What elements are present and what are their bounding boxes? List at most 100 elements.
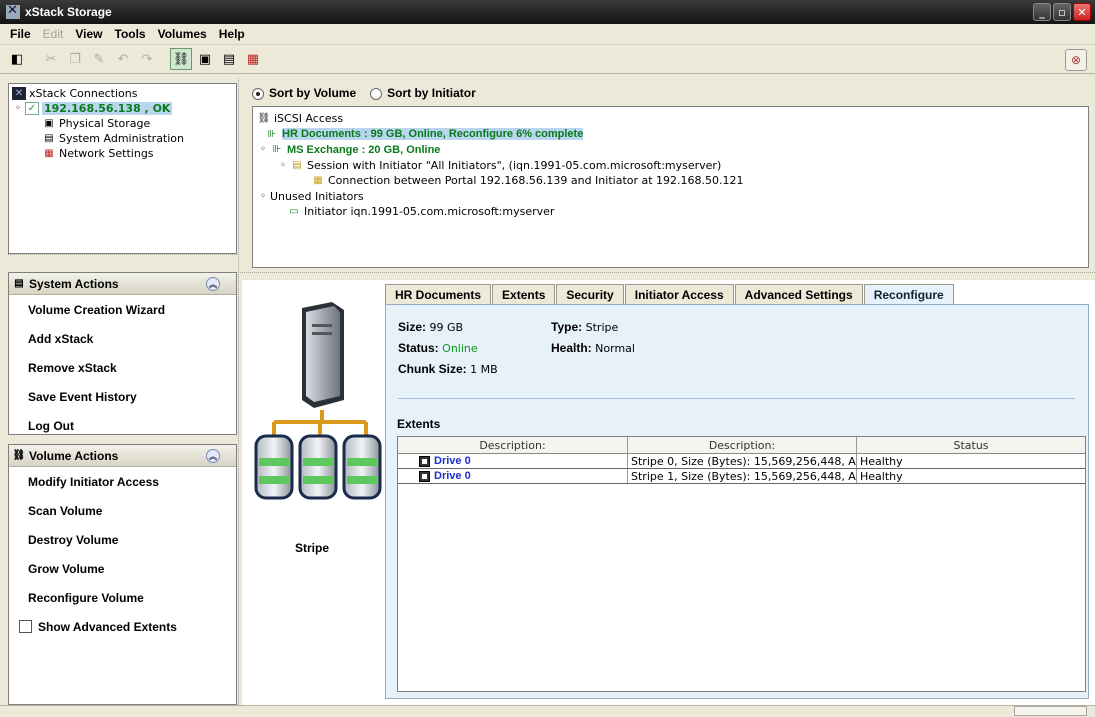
volume-icon: ⊪ <box>267 128 277 140</box>
computer-icon: ▭ <box>289 206 299 218</box>
tree-physical-storage[interactable]: ▣ Physical Storage <box>12 116 233 131</box>
tree-session[interactable]: ◦ ▤ Session with Initiator "All Initiato… <box>257 158 1084 174</box>
tree-host[interactable]: ◦ ✓ 192.168.56.138 , OK <box>12 101 233 116</box>
column-header[interactable]: Status <box>857 437 1085 453</box>
sort-options: Sort by Volume Sort by Initiator <box>252 86 476 100</box>
tree-expand-icon[interactable]: ◦ <box>259 143 267 156</box>
connections-toggle-icon[interactable]: ◧ <box>6 48 28 70</box>
network-settings-icon[interactable]: ▦ <box>242 48 264 70</box>
tab-hr-documents[interactable]: HR Documents <box>385 284 492 304</box>
action-scan-volume[interactable]: Scan Volume <box>9 496 236 525</box>
paste-icon[interactable]: ✎ <box>88 48 110 70</box>
tree-connection[interactable]: ▦ Connection between Portal 192.168.56.1… <box>257 173 1084 189</box>
tab-security[interactable]: Security <box>556 284 624 304</box>
tab-initiator-access[interactable]: Initiator Access <box>624 284 734 304</box>
window-controls: _ ▫ ✕ <box>1033 3 1091 21</box>
volume-type-label: Stripe <box>295 541 330 555</box>
tree-volume-ms-exchange[interactable]: ◦ ⊪ MS Exchange : 20 GB, Online <box>257 142 1084 158</box>
left-splitter[interactable] <box>8 254 237 268</box>
horizontal-splitter[interactable] <box>238 272 1095 278</box>
extents-title: Extents <box>397 417 441 431</box>
health-field: Health: Normal <box>551 341 635 355</box>
menu-volumes[interactable]: Volumes <box>152 27 213 41</box>
sort-by-initiator-radio[interactable]: Sort by Initiator <box>370 86 476 100</box>
server-icon: ▤ <box>14 278 24 289</box>
iscsi-access-tree: ⛓ iSCSI Access ⊪ HR Documents : 99 GB, O… <box>252 106 1089 268</box>
tree-network-settings[interactable]: ▦ Network Settings <box>12 146 233 161</box>
action-add-xstack[interactable]: Add xStack <box>9 324 236 353</box>
chunk-size-field: Chunk Size: 1 MB <box>398 362 498 376</box>
menu-edit[interactable]: Edit <box>37 27 70 41</box>
column-header[interactable]: Description: <box>398 437 628 453</box>
tree-expand-icon[interactable]: ◦ <box>279 159 287 172</box>
system-administration-icon[interactable]: ▤ <box>218 48 240 70</box>
menu-tools[interactable]: Tools <box>109 27 152 41</box>
disk-icon <box>419 470 430 482</box>
physical-storage-icon[interactable]: ▣ <box>194 48 216 70</box>
stripe-volume-illustration <box>254 302 382 500</box>
tree-volume-hr-documents[interactable]: ⊪ HR Documents : 99 GB, Online, Reconfig… <box>257 127 1084 143</box>
toolbar: ◧ ✂ ❐ ✎ ↶ ↷ ⛓ ▣ ▤ ▦ ⊗ <box>0 44 1095 74</box>
connections-tree: ✕ xStack Connections ◦ ✓ 192.168.56.138 … <box>8 83 237 254</box>
collapse-icon[interactable]: ︽ <box>206 277 220 291</box>
tree-iscsi-root[interactable]: ⛓ iSCSI Access <box>257 111 1084 127</box>
connection-icon: ▦ <box>313 175 323 187</box>
volume-actions-header[interactable]: ⛓ Volume Actions ︽ <box>9 445 236 467</box>
tree-root-connections[interactable]: ✕ xStack Connections <box>12 86 233 101</box>
disk-icon <box>419 455 430 467</box>
window-title: xStack Storage <box>25 5 112 19</box>
tree-expand-icon[interactable]: ◦ <box>14 102 22 115</box>
menu-help[interactable]: Help <box>213 27 251 41</box>
menu-file[interactable]: File <box>4 27 37 41</box>
server-icon: ▤ <box>44 133 54 144</box>
about-icon[interactable]: ⊗ <box>1065 49 1087 71</box>
minimize-button[interactable]: _ <box>1033 3 1051 21</box>
session-icon: ▤ <box>292 159 302 171</box>
column-header[interactable]: Description: <box>628 437 857 453</box>
type-field: Type: Stripe <box>551 320 619 334</box>
action-reconfigure-volume[interactable]: Reconfigure Volume <box>9 583 236 612</box>
action-save-event-history[interactable]: Save Event History <box>9 382 236 411</box>
table-row[interactable]: Drive 0 Stripe 1, Size (Bytes): 15,569,2… <box>398 469 1085 484</box>
sort-by-volume-radio[interactable]: Sort by Volume <box>252 86 356 100</box>
action-remove-xstack[interactable]: Remove xStack <box>9 353 236 382</box>
iscsi-icon: ⛓ <box>257 113 271 125</box>
tab-advanced-settings[interactable]: Advanced Settings <box>734 284 863 304</box>
divider <box>398 398 1075 399</box>
tab-extents[interactable]: Extents <box>492 284 556 304</box>
redo-icon[interactable]: ↷ <box>136 48 158 70</box>
iscsi-access-icon[interactable]: ⛓ <box>170 48 192 70</box>
tree-expand-icon[interactable]: ◦ <box>259 190 267 203</box>
action-destroy-volume[interactable]: Destroy Volume <box>9 525 236 554</box>
show-advanced-extents-checkbox[interactable]: Show Advanced Extents <box>9 612 236 641</box>
maximize-button[interactable]: ▫ <box>1053 3 1071 21</box>
xstack-logo-icon: ✕ <box>12 87 26 100</box>
tree-unused-initiators[interactable]: ◦ Unused Initiators <box>257 189 1084 205</box>
tree-system-administration[interactable]: ▤ System Administration <box>12 131 233 146</box>
status-progress-field <box>1014 706 1087 716</box>
disk-icon <box>342 434 382 500</box>
tab-reconfigure[interactable]: Reconfigure <box>863 284 954 304</box>
extents-table: Description: Description: Status Drive 0… <box>397 436 1086 692</box>
collapse-icon[interactable]: ︽ <box>206 449 220 463</box>
cut-icon[interactable]: ✂ <box>40 48 62 70</box>
copy-icon[interactable]: ❐ <box>64 48 86 70</box>
undo-icon[interactable]: ↶ <box>112 48 134 70</box>
action-volume-creation-wizard[interactable]: Volume Creation Wizard <box>9 295 236 324</box>
action-log-out[interactable]: Log Out <box>9 411 236 440</box>
tree-initiator[interactable]: ▭ Initiator iqn.1991-05.com.microsoft:my… <box>257 204 1084 220</box>
close-button[interactable]: ✕ <box>1073 3 1091 21</box>
system-actions-panel: ▤ System Actions ︽ Volume Creation Wizar… <box>8 272 237 435</box>
system-actions-header[interactable]: ▤ System Actions ︽ <box>9 273 236 295</box>
menu-view[interactable]: View <box>69 27 108 41</box>
server-icon <box>302 302 344 408</box>
volume-icon: ⊪ <box>272 144 282 156</box>
table-row[interactable]: Drive 0 Stripe 0, Size (Bytes): 15,569,2… <box>398 454 1085 469</box>
checkbox-box[interactable] <box>19 620 32 633</box>
status-bar <box>0 705 1095 717</box>
network-icon: ▦ <box>44 148 54 159</box>
action-grow-volume[interactable]: Grow Volume <box>9 554 236 583</box>
action-modify-initiator-access[interactable]: Modify Initiator Access <box>9 467 236 496</box>
table-header: Description: Description: Status <box>398 437 1085 454</box>
menu-bar: File Edit View Tools Volumes Help <box>0 24 1095 43</box>
